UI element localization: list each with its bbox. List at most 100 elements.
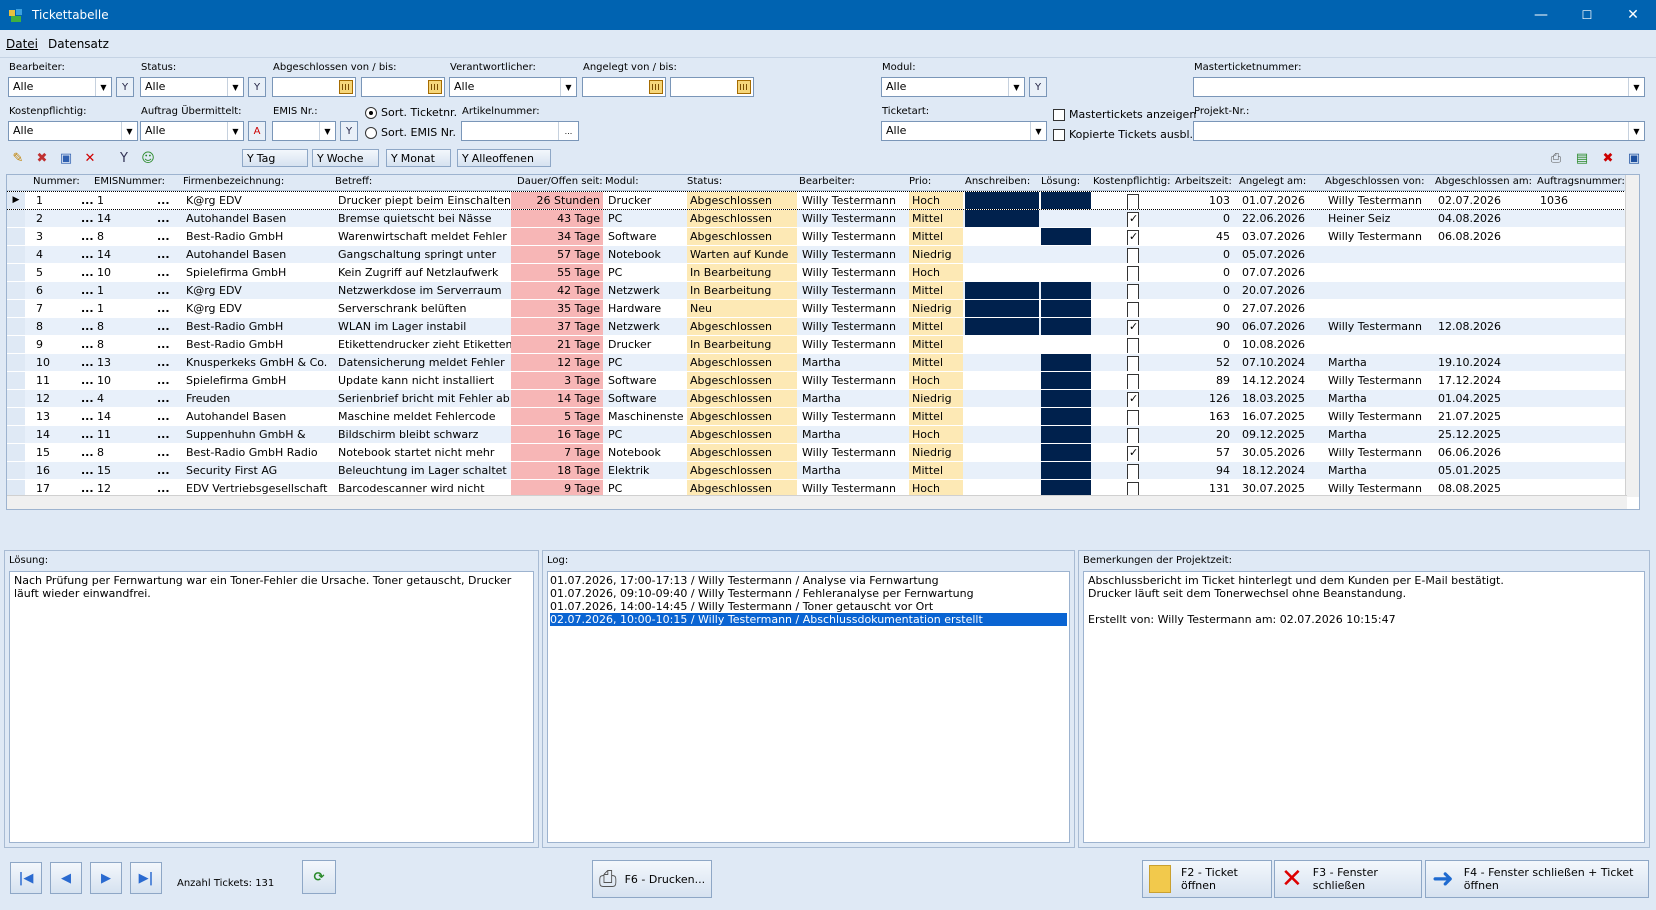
log-entry[interactable]: 01.07.2026, 14:00-14:45 / Willy Testerma… <box>550 600 1067 613</box>
cell-abgvon[interactable]: Martha <box>1325 426 1433 443</box>
calendar-icon[interactable] <box>649 80 663 94</box>
cell-bearb[interactable]: Martha <box>799 354 907 371</box>
col-anschreiben[interactable]: Anschreiben: <box>965 176 1030 187</box>
cell-bearb[interactable]: Willy Testermann <box>799 264 907 281</box>
cell-firma[interactable]: Best-Radio GmbH <box>183 318 333 335</box>
row-indicator[interactable] <box>7 390 25 407</box>
emis-browse-button[interactable]: ... <box>157 228 171 245</box>
kostenpflichtig-checkbox[interactable] <box>1127 320 1139 335</box>
kostenpflichtig-checkbox[interactable] <box>1127 230 1139 245</box>
cell-auftrag[interactable] <box>1537 210 1625 227</box>
cell-abgam[interactable] <box>1435 246 1535 263</box>
cell-modul[interactable]: Maschinenste <box>605 408 685 425</box>
kostenpflichtig-checkbox[interactable] <box>1127 428 1139 443</box>
cell-abgam[interactable]: 06.08.2026 <box>1435 228 1535 245</box>
cell-betreff[interactable]: Drucker piept beim Einschalten <box>335 192 513 209</box>
cell-abgvon[interactable] <box>1325 246 1433 263</box>
cell-auftrag[interactable] <box>1537 426 1625 443</box>
kopierte-checkbox[interactable]: Kopierte Tickets ausbl. <box>1053 128 1193 141</box>
menu-datei[interactable]: Datei <box>6 37 38 51</box>
row-indicator[interactable] <box>7 246 25 263</box>
kostenpflichtig-checkbox[interactable] <box>1127 446 1139 461</box>
cell-az[interactable]: 94 <box>1173 462 1233 479</box>
open-ticket-button[interactable]: F2 - Ticket öffnen <box>1142 860 1272 898</box>
cell-bearb[interactable]: Willy Testermann <box>799 300 907 317</box>
cell-angelegt[interactable]: 06.07.2026 <box>1239 318 1323 335</box>
angelegt-von-date[interactable] <box>582 77 666 97</box>
table-row[interactable]: 10 13 Knusperkeks GmbH & Co. Datensicherung… <box>7 354 1627 371</box>
cell-dauer[interactable]: 35 Tage <box>511 300 603 317</box>
cell-status[interactable]: In Bearbeitung <box>687 264 797 281</box>
cell-emis[interactable]: 14 <box>94 210 144 227</box>
cell-status[interactable]: Abgeschlossen <box>687 318 797 335</box>
cell-nr[interactable]: 13 <box>33 408 78 425</box>
cell-firma[interactable]: Security First AG <box>183 462 333 479</box>
cell-modul[interactable]: Software <box>605 228 685 245</box>
cell-abgvon[interactable]: Heiner Seiz <box>1325 210 1433 227</box>
filter-icon[interactable]: Y <box>114 148 134 168</box>
cell-az[interactable]: 0 <box>1173 300 1233 317</box>
cell-betreff[interactable]: Kein Zugriff auf Netzlaufwerk <box>335 264 513 281</box>
cell-dauer[interactable]: 14 Tage <box>511 390 603 407</box>
close-and-open-button[interactable]: ➜ F4 - Fenster schließen + Ticket öffnen <box>1425 860 1649 898</box>
row-indicator[interactable] <box>7 210 25 227</box>
table-row[interactable]: 2 14 Autohandel Basen Bremse quietscht bei … <box>7 210 1627 227</box>
cell-abgam[interactable] <box>1435 264 1535 281</box>
cell-prio[interactable]: Mittel <box>909 354 963 371</box>
cell-dauer[interactable]: 3 Tage <box>511 372 603 389</box>
cell-firma[interactable]: Autohandel Basen <box>183 408 333 425</box>
cell-az[interactable]: 57 <box>1173 444 1233 461</box>
cell-modul[interactable]: Netzwerk <box>605 318 685 335</box>
col-angelegt[interactable]: Angelegt am: <box>1239 176 1306 187</box>
cell-dauer[interactable]: 57 Tage <box>511 246 603 263</box>
row-indicator[interactable] <box>7 372 25 389</box>
cell-nr[interactable]: 6 <box>33 282 78 299</box>
cell-abgam[interactable]: 17.12.2024 <box>1435 372 1535 389</box>
table-row[interactable]: 9 8 Best-Radio GmbH Etikettendrucker zieht … <box>7 336 1627 353</box>
cell-firma[interactable]: Suppenhuhn GmbH & <box>183 426 333 443</box>
filter-alleoffenen-button[interactable]: Y Alleoffenen <box>457 149 551 167</box>
cell-abgam[interactable]: 05.01.2025 <box>1435 462 1535 479</box>
sort-ticketnr-radio[interactable]: Sort. Ticketnr. <box>365 106 457 119</box>
cell-nr[interactable]: 9 <box>33 336 78 353</box>
cell-firma[interactable]: Spielefirma GmbH <box>183 372 333 389</box>
cell-angelegt[interactable]: 20.07.2026 <box>1239 282 1323 299</box>
cell-emis[interactable]: 4 <box>94 390 144 407</box>
cell-abgvon[interactable] <box>1325 264 1433 281</box>
emis-browse-button[interactable]: ... <box>157 408 171 425</box>
cell-prio[interactable]: Mittel <box>909 408 963 425</box>
cell-az[interactable]: 52 <box>1173 354 1233 371</box>
cell-abgvon[interactable]: Martha <box>1325 390 1433 407</box>
cell-prio[interactable]: Niedrig <box>909 246 963 263</box>
cell-status[interactable]: Abgeschlossen <box>687 354 797 371</box>
table-row[interactable]: ▶ 1 1 K@rg EDV Drucker piept beim Einschalte… <box>7 191 1628 210</box>
cell-abgam[interactable]: 25.12.2025 <box>1435 426 1535 443</box>
filter-woche-button[interactable]: Y Woche <box>312 149 379 167</box>
cell-bearb[interactable]: Willy Testermann <box>799 192 907 209</box>
cell-abgvon[interactable] <box>1325 300 1433 317</box>
emis-browse-button[interactable]: ... <box>157 318 171 335</box>
cell-angelegt[interactable]: 16.07.2025 <box>1239 408 1323 425</box>
cell-bearb[interactable]: Willy Testermann <box>799 336 907 353</box>
table-row[interactable]: 16 15 Security First AG Beleuchtung im Lage… <box>7 462 1627 479</box>
cell-bearb[interactable]: Willy Testermann <box>799 282 907 299</box>
row-indicator[interactable] <box>7 282 25 299</box>
cell-abgvon[interactable]: Martha <box>1325 462 1433 479</box>
cell-modul[interactable]: PC <box>605 264 685 281</box>
cell-betreff[interactable]: Warenwirtschaft meldet Fehler <box>335 228 513 245</box>
table-row[interactable]: 6 1 K@rg EDV Netzwerkdose im Serverraum 42 T… <box>7 282 1627 299</box>
cell-az[interactable]: 0 <box>1173 246 1233 263</box>
nummer-browse-button[interactable]: ... <box>81 300 95 317</box>
nummer-browse-button[interactable]: ... <box>81 372 95 389</box>
col-arbeitszeit[interactable]: Arbeitszeit: <box>1175 176 1232 187</box>
emis-browse-button[interactable]: ... <box>157 192 171 209</box>
cell-auftrag[interactable] <box>1537 372 1625 389</box>
table-row[interactable]: 5 10 Spielefirma GmbH Kein Zugriff auf Netz… <box>7 264 1627 281</box>
cell-modul[interactable]: Software <box>605 372 685 389</box>
nummer-browse-button[interactable]: ... <box>81 444 95 461</box>
col-bearbeiter[interactable]: Bearbeiter: <box>799 176 855 187</box>
cell-abgam[interactable] <box>1435 336 1535 353</box>
emis-select[interactable]: ▼ <box>272 121 336 141</box>
col-dauer[interactable]: Dauer/Offen seit: <box>517 176 603 187</box>
kostenpflichtig-checkbox[interactable] <box>1127 356 1139 371</box>
